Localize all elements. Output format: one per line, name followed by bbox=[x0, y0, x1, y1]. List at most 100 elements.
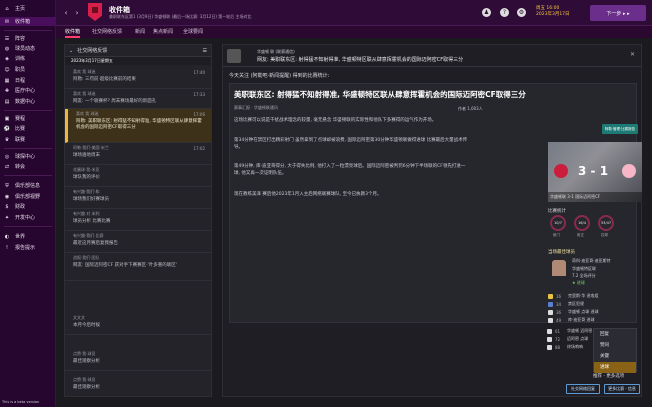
goal-icon bbox=[548, 317, 553, 323]
message-subject: 最佳观察分析 bbox=[73, 359, 100, 364]
help-icon[interactable]: ? bbox=[500, 8, 509, 17]
continue-button[interactable]: 下一步 ▸ ▸ bbox=[590, 5, 646, 21]
close-icon[interactable]: ✕ bbox=[630, 51, 635, 58]
game-date[interactable]: 周五 16:00 2023年3月17日 bbox=[536, 6, 570, 18]
more-info-button[interactable]: 更多比赛 · 信息 bbox=[604, 384, 640, 394]
tab-inbox[interactable]: 收件箱 bbox=[65, 26, 81, 38]
message-sender: 有兴趣·我们·和 bbox=[73, 189, 100, 194]
sidebar-item-dev[interactable]: ✦ 开发中心 bbox=[0, 213, 56, 222]
dropdown-trigger[interactable]: 推荐 · 更多选项 bbox=[593, 373, 624, 379]
club-logo[interactable] bbox=[88, 3, 102, 21]
sidebar-item-label: 职员 bbox=[15, 67, 26, 73]
list-item[interactable]: 花圃球·我·米亚 球队我的评价 bbox=[65, 165, 211, 187]
match-label: 华盛顿联 3-1 国际迈阿密CF bbox=[548, 192, 642, 202]
sidebar-item-staff[interactable]: ☺ 职员 bbox=[0, 65, 56, 74]
sidebar-item-club-vision[interactable]: ◉ 俱乐部视野 bbox=[0, 192, 56, 201]
message-subject: 本月今后时候 bbox=[73, 323, 100, 328]
event-minute: 36 bbox=[556, 309, 562, 315]
sidebar-item-club-info[interactable]: ⛨ 俱乐部信息 bbox=[0, 181, 56, 190]
on-target-gauge: 16/4 bbox=[574, 215, 590, 231]
inbox-list: ⌄ 社交网络反馈 ☰ 2023年3月17日星期五 喜欢 我 球迷 阿勒: 三罚前… bbox=[64, 44, 212, 397]
inbox-header[interactable]: ⌄ 社交网络反馈 ☰ bbox=[65, 45, 211, 57]
list-item[interactable]: 喜欢 我 球迷 网友: 一个联赛杯? 周末赛场最好的新面孔 17:33 bbox=[65, 89, 211, 109]
player-name[interactable]: 奇科·迪亚哥·迪亚斯特 bbox=[572, 258, 611, 264]
dropdown-option[interactable]: 赞同 bbox=[594, 340, 636, 351]
award-icon[interactable]: ♟ bbox=[482, 8, 491, 17]
news-card: 美职联东区: 射得猛不知射得准, 华盛顿特区联从肆意挥霍机会的国际迈阿密CF取得… bbox=[229, 83, 642, 324]
event-text: 终场哨响 bbox=[567, 344, 583, 349]
list-item[interactable]: 文文文 本月今后时候 bbox=[65, 313, 211, 335]
list-item[interactable]: 有兴趣 对 米利 球员分析 比赛比赛 bbox=[65, 209, 211, 231]
news-paragraph: 第49分钟, 库·迪亚哥得分, 大于得失比例, 他打入了一粒漂亮球后。国际迈阿密… bbox=[234, 164, 466, 176]
event-minute: 61 bbox=[555, 328, 561, 334]
sidebar-item-label: 日程 bbox=[15, 78, 26, 84]
dropdown-option[interactable]: 关键 bbox=[594, 351, 636, 362]
sidebar-item-label: 俱乐部信息 bbox=[15, 183, 41, 189]
list-item[interactable]: 战报·我们·团队 网友: 国际迈阿密CF 获对手下赛赛区·'叶多重的联区' bbox=[65, 253, 211, 281]
tab-news[interactable]: 新闻 bbox=[135, 26, 145, 38]
sidebar-item-calendar[interactable]: ▦ 日程 bbox=[0, 76, 56, 85]
message-subject: 阿勒: 美职联东区: 射得猛不知射得准, 华盛顿特区联从肆意挥霍机会的国际迈阿密… bbox=[76, 119, 202, 130]
list-item[interactable]: 点赞·我·球员 最佳观察分析 bbox=[65, 349, 211, 371]
league-icon: ♛ bbox=[4, 136, 10, 143]
social-reply-button[interactable]: 社交网络回复 bbox=[566, 384, 600, 394]
dropdown-option[interactable]: 回复 bbox=[594, 329, 636, 340]
event-minute: 16 bbox=[556, 293, 562, 299]
sidebar-item-label: 转会 bbox=[15, 164, 26, 170]
match-event: 49 库·迪亚哥 进球 bbox=[548, 316, 640, 324]
sidebar-item-label: 医疗中心 bbox=[15, 88, 36, 94]
sidebar-item-report[interactable]: ! 报告提示 bbox=[0, 243, 56, 252]
list-item[interactable]: 阿勒·我们·美国·米兰 球场遍地周末 17:02 bbox=[65, 143, 211, 165]
list-item-selected[interactable]: 喜欢 我 球迷 阿勒: 美职联东区: 射得猛不知射得准, 华盛顿特区联从肆意挥霍… bbox=[65, 109, 211, 143]
message-from: 华盛顿 联 (联赛通信) bbox=[257, 49, 295, 54]
tab-headlines[interactable]: 焦点新闻 bbox=[153, 26, 173, 38]
sidebar-item-match[interactable]: ⚽ 比赛 bbox=[0, 124, 56, 133]
sidebar-item-data[interactable]: ▤ 数据中心 bbox=[0, 97, 56, 106]
settings-icon[interactable]: ⚙ bbox=[517, 8, 526, 17]
event-minute: 72 bbox=[555, 336, 561, 342]
sidebar-item-transfer[interactable]: ⇄ 转会 bbox=[0, 162, 56, 171]
sidebar-item-finance[interactable]: $ 财政 bbox=[0, 202, 56, 211]
sidebar-item-medical[interactable]: ✚ 医疗中心 bbox=[0, 86, 56, 95]
sidebar-item-league[interactable]: ♛ 联赛 bbox=[0, 135, 56, 144]
match-report-button[interactable]: 阿勒·管理·比赛报告 bbox=[602, 124, 638, 134]
sidebar-item-dynamics[interactable]: ◍ 球员动态 bbox=[0, 44, 56, 53]
sidebar-item-world[interactable]: ◐ 世界 bbox=[0, 232, 56, 241]
news-readers: 作者 1,603人 bbox=[458, 106, 483, 111]
filter-icon[interactable]: ☰ bbox=[203, 48, 207, 54]
sidebar-item-squad[interactable]: ☰ 阵容 bbox=[0, 34, 56, 43]
home-team-badge bbox=[554, 164, 568, 178]
sidebar: ⌂ 主页 ✉ 收件箱 ☰ 阵容 ◍ 球员动态 ◈ 训练 ☺ 职员 ▦ 日程 ✚ 医疗中心 ▤ 数据… bbox=[0, 0, 56, 407]
inbox-date-group: 2023年3月17日星期五 bbox=[65, 57, 211, 65]
message-sender: 花圃球·我·米亚 bbox=[73, 167, 100, 172]
match-result-card[interactable]: 3 - 1 华盛顿联 3-1 国际迈阿密CF bbox=[548, 142, 642, 202]
dropdown-option-selected[interactable]: 进球 bbox=[594, 362, 636, 373]
beta-notice: This is a beta version bbox=[2, 400, 40, 404]
match-event: 36 华盛顿 点球 进球 bbox=[548, 308, 640, 316]
tab-social-feedback[interactable]: 社交网络反馈 bbox=[92, 26, 122, 38]
message-subject-line: 网友: 美职联东区: 射得猛不知射得准, 华盛顿特区联从肆意挥霍机会的国际迈阿密… bbox=[257, 57, 464, 63]
dynamics-icon: ◍ bbox=[4, 45, 10, 52]
sidebar-item-home[interactable]: ⌂ 主页 bbox=[0, 4, 56, 13]
message-subject: 网友: 国际迈阿密CF 获对手下赛赛区·'叶多重的联区' bbox=[73, 263, 178, 268]
list-item[interactable]: 喜欢 我 球迷 阿勒: 三罚前·超级比赛前的结果 17:40 bbox=[65, 67, 211, 89]
event-minute: 88 bbox=[555, 344, 561, 350]
player-badge: ★ 进球 bbox=[572, 280, 585, 285]
message-subject: 球场遍地周末 bbox=[73, 153, 100, 158]
sidebar-divider bbox=[4, 148, 52, 149]
sidebar-item-schedule[interactable]: ▣ 赛程 bbox=[0, 114, 56, 123]
tab-world-news[interactable]: 全球要闻 bbox=[183, 26, 203, 38]
sidebar-item-scout[interactable]: ◎ 球探中心 bbox=[0, 152, 56, 161]
list-item[interactable]: 有兴趣·我们·比赛 最近这月赛后复我报告 bbox=[65, 231, 211, 253]
sidebar-item-training[interactable]: ◈ 训练 bbox=[0, 54, 56, 63]
back-arrow-icon[interactable]: ‹ bbox=[62, 9, 70, 17]
list-item[interactable]: 点赞·我·球员 最佳观察分析 bbox=[65, 375, 211, 397]
sidebar-item-label: 球探中心 bbox=[15, 154, 36, 160]
list-item[interactable]: 有兴趣·我们·和 球场我们好赛球员 bbox=[65, 187, 211, 209]
forward-arrow-icon[interactable]: › bbox=[73, 9, 81, 17]
club-vision-icon: ◉ bbox=[4, 193, 10, 200]
schedule-icon: ▣ bbox=[4, 115, 10, 122]
sidebar-item-inbox[interactable]: ✉ 收件箱 bbox=[0, 17, 56, 26]
sidebar-item-label: 球员动态 bbox=[15, 46, 36, 52]
event-text: 库·迪亚哥 进球 bbox=[568, 317, 595, 322]
